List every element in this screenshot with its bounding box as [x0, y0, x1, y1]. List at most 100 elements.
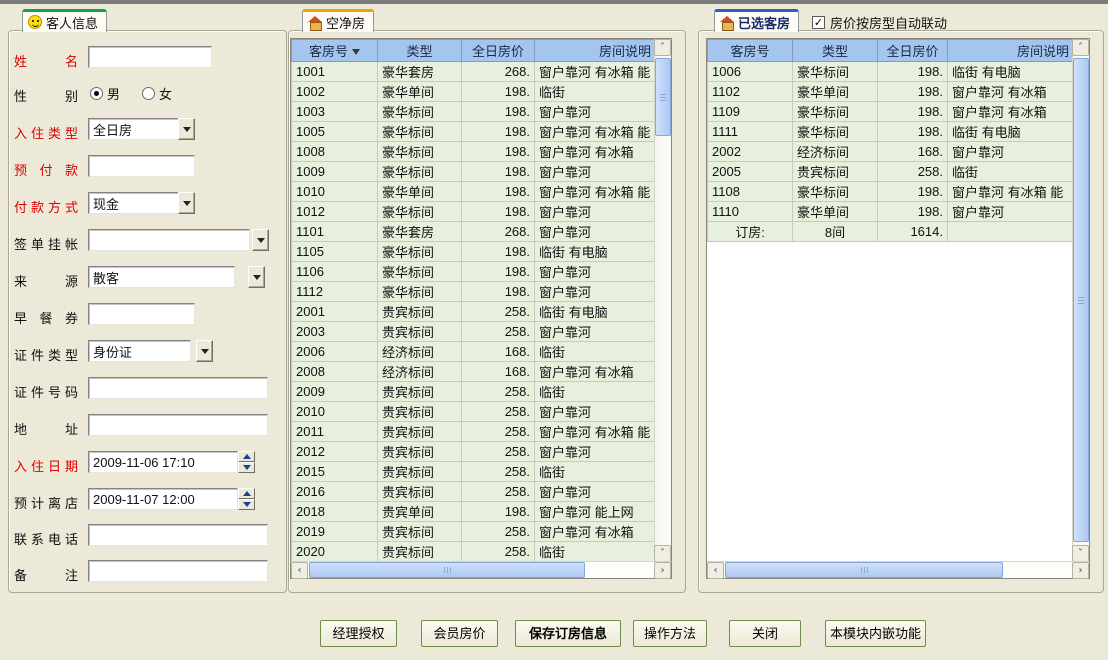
scroll-up-icon[interactable]: ˄: [654, 39, 671, 56]
spin-up-icon[interactable]: [238, 451, 255, 462]
scrollbar-thumb[interactable]: [1073, 58, 1089, 542]
table-row[interactable]: 1101豪华套房268.窗户靠河: [292, 222, 656, 242]
gender-male-radio[interactable]: 男: [90, 84, 120, 103]
scroll-left-icon[interactable]: ‹: [291, 562, 308, 579]
radio-icon[interactable]: [142, 87, 155, 100]
checkout-datetime-input[interactable]: [88, 488, 238, 510]
table-row[interactable]: 2009贵宾标间258.临街: [292, 382, 656, 402]
scroll-left-icon[interactable]: ‹: [707, 562, 724, 579]
chevron-down-icon[interactable]: [248, 266, 265, 288]
tab-selected-rooms[interactable]: 已选客房: [714, 9, 799, 32]
table-row[interactable]: 2010贵宾标间258.窗户靠河: [292, 402, 656, 422]
table-row[interactable]: 2003贵宾标间258.窗户靠河: [292, 322, 656, 342]
auto-price-link-checkbox[interactable]: ✓ 房价按房型自动联动: [812, 13, 947, 32]
phone-input[interactable]: [88, 524, 268, 546]
header-description[interactable]: 房间说明: [948, 40, 1074, 62]
id-type-input[interactable]: [88, 340, 191, 362]
radio-icon[interactable]: [90, 87, 103, 100]
table-row[interactable]: 1003豪华标间198.窗户靠河: [292, 102, 656, 122]
table-row[interactable]: 1109豪华标间198.窗户靠河 有冰箱: [708, 102, 1074, 122]
scroll-down-icon[interactable]: ˅: [1072, 545, 1089, 562]
table-row[interactable]: 2006经济标间168.临街: [292, 342, 656, 362]
table-row[interactable]: 1006豪华标间198.临街 有电脑: [708, 62, 1074, 82]
scroll-down-icon[interactable]: ˅: [654, 545, 671, 562]
address-input[interactable]: [88, 414, 268, 436]
header-price[interactable]: 全日房价: [462, 40, 535, 62]
id-number-input[interactable]: [88, 377, 268, 399]
selected-horizontal-scrollbar[interactable]: ‹ ›: [707, 561, 1089, 578]
header-type[interactable]: 类型: [378, 40, 462, 62]
table-row[interactable]: 1110豪华单间198.窗户靠河: [708, 202, 1074, 222]
embedded-function-button[interactable]: 本模块内嵌功能: [825, 620, 926, 647]
chevron-down-icon[interactable]: [178, 192, 195, 214]
header-type[interactable]: 类型: [793, 40, 878, 62]
chevron-down-icon[interactable]: [178, 118, 195, 140]
table-row[interactable]: 2018贵宾单间198.窗户靠河 能上网: [292, 502, 656, 522]
table-row[interactable]: 1102豪华单间198.窗户靠河 有冰箱: [708, 82, 1074, 102]
table-row[interactable]: 2012贵宾标间258.窗户靠河: [292, 442, 656, 462]
tab-guest-info[interactable]: 客人信息: [22, 9, 107, 32]
manager-auth-button[interactable]: 经理授权: [320, 620, 397, 647]
table-row[interactable]: 2002经济标间168.窗户靠河: [708, 142, 1074, 162]
table-row[interactable]: 1005豪华标间198.窗户靠河 有冰箱 能: [292, 122, 656, 142]
cell: 1010: [292, 182, 378, 202]
help-button[interactable]: 操作方法: [633, 620, 707, 647]
table-row[interactable]: 2008经济标间168.窗户靠河 有冰箱: [292, 362, 656, 382]
chevron-down-icon[interactable]: [196, 340, 213, 362]
table-row[interactable]: 2015贵宾标间258.临街: [292, 462, 656, 482]
close-button[interactable]: 关闭: [729, 620, 801, 647]
scrollbar-thumb[interactable]: [309, 562, 585, 578]
selected-vertical-scrollbar[interactable]: ˄ ˅: [1072, 39, 1089, 562]
header-room-no[interactable]: 客房号: [292, 40, 378, 62]
cell: 窗户靠河 有冰箱 能: [535, 122, 656, 142]
chevron-down-icon[interactable]: [252, 229, 269, 251]
table-row[interactable]: 2019贵宾标间258.窗户靠河 有冰箱: [292, 522, 656, 542]
table-row[interactable]: 1002豪华单间198.临街: [292, 82, 656, 102]
spin-down-icon[interactable]: [238, 462, 255, 473]
spin-down-icon[interactable]: [238, 499, 255, 510]
breakfast-input[interactable]: [88, 303, 195, 325]
checkbox-icon[interactable]: ✓: [812, 16, 825, 29]
pay-method-combo[interactable]: [88, 192, 179, 214]
table-row[interactable]: 1001豪华套房268.窗户靠河 有冰箱 能: [292, 62, 656, 82]
sign-account-input[interactable]: [88, 229, 250, 251]
member-price-button[interactable]: 会员房价: [421, 620, 498, 647]
checkin-datetime-input[interactable]: [88, 451, 238, 473]
table-row[interactable]: 1010豪华单间198.窗户靠河 有冰箱 能: [292, 182, 656, 202]
header-description[interactable]: 房间说明: [535, 40, 656, 62]
checkin-spinner[interactable]: [238, 451, 255, 473]
table-row[interactable]: 1111豪华标间198.临街 有电脑: [708, 122, 1074, 142]
table-row[interactable]: 1008豪华标间198.窗户靠河 有冰箱: [292, 142, 656, 162]
table-row[interactable]: 1105豪华标间198.临街 有电脑: [292, 242, 656, 262]
scroll-right-icon[interactable]: ›: [654, 562, 671, 579]
scrollbar-thumb[interactable]: [655, 58, 671, 136]
tab-vacant-rooms[interactable]: 空净房: [302, 9, 374, 32]
table-row[interactable]: 2001贵宾标间258.临街 有电脑: [292, 302, 656, 322]
scrollbar-thumb[interactable]: [725, 562, 1003, 578]
spin-up-icon[interactable]: [238, 488, 255, 499]
table-row[interactable]: 1012豪华标间198.窗户靠河: [292, 202, 656, 222]
source-input[interactable]: [88, 266, 235, 288]
table-row[interactable]: 1106豪华标间198.窗户靠河: [292, 262, 656, 282]
table-row[interactable]: 1112豪华标间198.窗户靠河: [292, 282, 656, 302]
table-row[interactable]: 2005贵宾标间258.临街: [708, 162, 1074, 182]
scroll-up-icon[interactable]: ˄: [1072, 39, 1089, 56]
gender-female-radio[interactable]: 女: [142, 84, 172, 103]
prepay-input[interactable]: [88, 155, 195, 177]
scroll-right-icon[interactable]: ›: [1072, 562, 1089, 579]
stay-type-combo[interactable]: [88, 118, 179, 140]
table-row[interactable]: 2016贵宾标间258.窗户靠河: [292, 482, 656, 502]
note-label: 备注: [14, 565, 78, 584]
vacant-vertical-scrollbar[interactable]: ˄ ˅: [654, 39, 671, 562]
table-row[interactable]: 2011贵宾标间258.窗户靠河 有冰箱 能: [292, 422, 656, 442]
table-row[interactable]: 1009豪华标间198.窗户靠河: [292, 162, 656, 182]
save-booking-button[interactable]: 保存订房信息: [515, 620, 621, 647]
note-input[interactable]: [88, 560, 268, 582]
table-row[interactable]: 2020贵宾标间258.临街: [292, 542, 656, 562]
name-input[interactable]: [88, 46, 212, 68]
checkout-spinner[interactable]: [238, 488, 255, 510]
table-row[interactable]: 1108豪华标间198.窗户靠河 有冰箱 能: [708, 182, 1074, 202]
header-room-no[interactable]: 客房号: [708, 40, 793, 62]
header-price[interactable]: 全日房价: [878, 40, 948, 62]
vacant-horizontal-scrollbar[interactable]: ‹ ›: [291, 561, 671, 578]
